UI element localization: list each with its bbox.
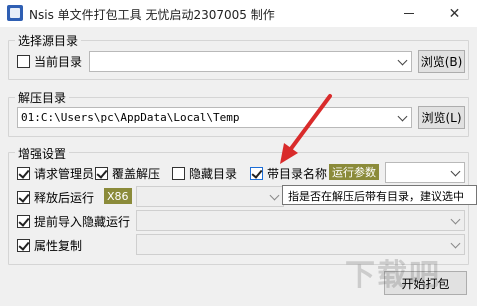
- preimport-checkbox[interactable]: 提前导入隐藏运行: [17, 213, 130, 230]
- run-after-box[interactable]: [17, 191, 30, 204]
- preimport-label: 提前导入隐藏运行: [34, 215, 131, 229]
- watermark-logo: 下载吧: [345, 258, 441, 293]
- preimport-box[interactable]: [17, 215, 30, 228]
- overwrite-box[interactable]: [95, 167, 108, 180]
- source-path-combo[interactable]: [89, 51, 412, 72]
- chevron-down-icon[interactable]: [450, 238, 461, 249]
- copy-attr-checkbox[interactable]: 属性复制: [17, 237, 82, 254]
- chevron-down-icon[interactable]: [269, 190, 280, 201]
- arch-label: X86: [104, 188, 132, 204]
- source-group-title: 选择源目录: [15, 32, 82, 49]
- browse-extract-button[interactable]: 浏览(L): [418, 106, 465, 129]
- chevron-down-icon[interactable]: [450, 214, 461, 225]
- run-after-label: 释放后运行: [34, 191, 95, 205]
- window-title: Nsis 单文件打包工具 无忧启动2307005 制作: [29, 8, 275, 22]
- with-dir-name-checkbox[interactable]: 带目录名称: [250, 165, 327, 182]
- extract-group-title: 解压目录: [15, 89, 70, 106]
- with-dir-name-box[interactable]: [250, 167, 263, 180]
- run-after-combo[interactable]: [136, 186, 284, 207]
- current-dir-label: 当前目录: [34, 55, 83, 69]
- current-dir-checkbox[interactable]: 当前目录: [17, 53, 82, 70]
- hide-dir-box[interactable]: [172, 167, 185, 180]
- chevron-down-icon[interactable]: [450, 166, 461, 177]
- hide-dir-checkbox[interactable]: 隐藏目录: [172, 165, 237, 182]
- browse-source-button[interactable]: 浏览(B): [418, 50, 465, 73]
- close-button[interactable]: ✕: [432, 0, 477, 27]
- chevron-down-icon[interactable]: [397, 55, 408, 66]
- app-icon: [7, 5, 23, 21]
- title-bar: Nsis 单文件打包工具 无忧启动2307005 制作 ✕: [0, 0, 477, 27]
- extract-path-value: 01:C:\Users\pc\AppData\Local\Temp: [21, 111, 240, 124]
- run-params-label: 运行参数: [329, 164, 379, 180]
- request-admin-checkbox[interactable]: 请求管理员: [17, 165, 94, 182]
- copy-attr-box[interactable]: [17, 239, 30, 252]
- minimize-button[interactable]: [386, 0, 431, 27]
- extract-path-combo[interactable]: 01:C:\Users\pc\AppData\Local\Temp: [17, 107, 412, 128]
- enhance-group-title: 增强设置: [15, 145, 70, 162]
- current-dir-box[interactable]: [17, 55, 30, 68]
- copy-attr-label: 属性复制: [34, 239, 83, 253]
- request-admin-label: 请求管理员: [34, 167, 95, 181]
- request-admin-box[interactable]: [17, 167, 30, 180]
- hide-dir-label: 隐藏目录: [189, 167, 238, 181]
- run-after-checkbox[interactable]: 释放后运行: [17, 189, 94, 206]
- overwrite-checkbox[interactable]: 覆盖解压: [95, 165, 160, 182]
- run-params-combo[interactable]: [385, 162, 465, 183]
- preimport-combo[interactable]: [136, 210, 465, 231]
- tooltip: 指是否在解压后带有目录，建议选中: [282, 185, 477, 205]
- overwrite-label: 覆盖解压: [112, 167, 161, 181]
- with-dir-name-label: 带目录名称: [267, 167, 328, 181]
- chevron-down-icon[interactable]: [397, 111, 408, 122]
